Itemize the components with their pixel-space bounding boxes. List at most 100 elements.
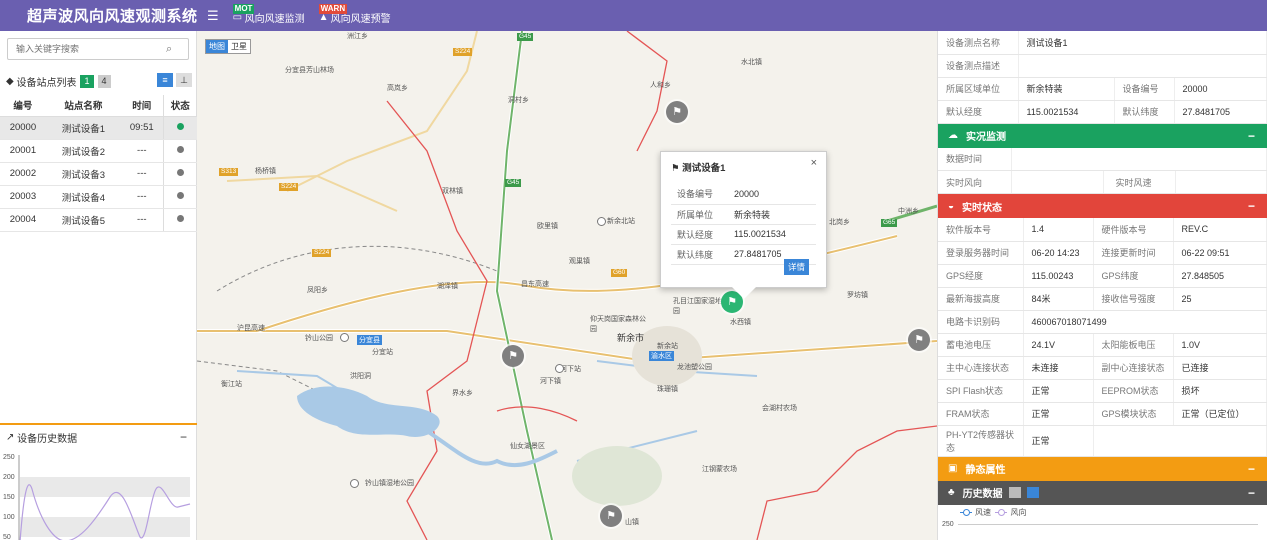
status-value: 已连接 <box>1173 356 1267 380</box>
status-key: 电路卡识别码 <box>938 310 1024 334</box>
status-value: 1.0V <box>1173 333 1267 357</box>
status-key: 接收信号强度 <box>1093 287 1174 311</box>
map-view[interactable]: 地图 卫星 分宜县芳山林场 高岚乡 洞村乡 杨桥镇 双林镇 欧里镇 新余北站 观… <box>197 31 937 540</box>
info-key: 设备测点描述 <box>938 54 1019 78</box>
map-label: 高岚乡 <box>387 85 408 92</box>
online-status-icon <box>176 123 184 130</box>
chart-view-icon[interactable] <box>1008 487 1021 498</box>
info-key: 默认纬度 <box>1114 100 1175 124</box>
map-label: 湖泽镇 <box>437 283 458 290</box>
device-time: --- <box>120 162 164 186</box>
device-time: --- <box>120 185 164 209</box>
tag-icon: ◆ <box>6 75 14 87</box>
cloud-icon: ☁ <box>948 130 958 141</box>
live-value <box>1175 170 1267 194</box>
offline-status-icon <box>176 215 184 222</box>
line-chart-icon: ↗ <box>6 431 15 443</box>
right-panel: 设备测点名称 测试设备1 设备测点描述 所属区域单位 新余特装 设备编号 20000 默… <box>937 31 1267 540</box>
map-label: 钤山镇湿地公园 <box>365 480 414 487</box>
status-cell <box>162 185 197 209</box>
device-name: 测试设备1 <box>45 116 121 140</box>
detail-button[interactable]: 详情 <box>783 259 809 275</box>
col-id: 编号 <box>0 95 46 117</box>
status-cell <box>162 139 197 163</box>
status-key: GPS经度 <box>938 264 1024 288</box>
table-row[interactable]: 20002 测试设备3 --- <box>0 162 197 186</box>
col-time: 时间 <box>120 95 164 117</box>
map-label: 欧里镇 <box>537 223 558 230</box>
road-tag: G60 <box>611 269 628 277</box>
table-row[interactable]: 20000 测试设备1 09:51 <box>0 116 197 140</box>
station-marker-icon[interactable]: ⚑ <box>600 505 622 527</box>
top-bar: 超声波风向风速观测系统 ☰ MOT ▭ 风向风速监测 WARN ▲ 风向风速预警 <box>0 0 1267 31</box>
device-table: 编号 站点名称 时间 状态 20000 测试设备1 09:51 20001 测试… <box>0 95 197 232</box>
offline-status-icon <box>176 192 184 199</box>
collapse-icon[interactable]: − <box>1248 129 1255 143</box>
history-header: ↗ 设备历史数据 − <box>0 425 197 449</box>
map-label: 仙女湖景区 <box>510 443 545 450</box>
table-view-icon[interactable] <box>1026 487 1039 498</box>
device-name: 测试设备4 <box>45 185 121 209</box>
map-label: 钤山公园 <box>305 335 333 342</box>
road-tag: S224 <box>312 249 332 257</box>
status-key: 副中心连接状态 <box>1093 356 1174 380</box>
table-row[interactable]: 20004 测试设备5 --- <box>0 208 197 232</box>
static-attr-header[interactable]: ▣ 静态属性 − <box>938 456 1267 481</box>
hamburger-icon[interactable]: ☰ <box>207 8 219 24</box>
station-marker-icon[interactable]: ⚑ <box>908 329 930 351</box>
status-cell <box>162 208 197 232</box>
realtime-status-header[interactable]: ◒ 实时状态 − <box>938 194 1267 218</box>
map-label: 渝水区 <box>649 351 674 361</box>
history-data-header[interactable]: ♣ 历史数据 − <box>938 480 1267 505</box>
info-value <box>1018 54 1267 78</box>
speed-legend-icon[interactable] <box>960 509 972 516</box>
direction-legend-icon[interactable] <box>995 509 1008 516</box>
popup-table: 设备编号 20000 所属单位 新余特装 默认经度 115.0021534 默认纬度 2… <box>671 184 816 265</box>
map-label: 会湖村农场 <box>762 405 797 412</box>
tab-wind-monitor[interactable]: MOT ▭ 风向风速监测 <box>232 4 305 25</box>
online-count-badge: 1 <box>80 74 94 88</box>
map-type-switch: 地图 卫星 <box>205 39 251 54</box>
search-input[interactable] <box>8 44 166 54</box>
live-monitor-header[interactable]: ☁ 实况监测 − <box>938 123 1267 148</box>
road-tag: S313 <box>219 168 239 176</box>
status-key: GPS纬度 <box>1093 264 1174 288</box>
status-key: EEPROM状态 <box>1093 379 1174 403</box>
collapse-icon[interactable]: − <box>1248 486 1255 500</box>
search-icon[interactable]: ⌕ <box>166 43 172 56</box>
map-label: 珠珊镇 <box>657 386 678 393</box>
pin-icon[interactable]: ⊥ <box>176 73 192 87</box>
map-type-satellite[interactable]: 卫星 <box>228 40 250 53</box>
y-tick-label: 100 <box>3 514 15 521</box>
map-type-map[interactable]: 地图 <box>206 40 228 53</box>
popup-row: 设备编号 20000 <box>671 184 816 205</box>
collapse-icon[interactable]: − <box>1248 462 1255 476</box>
table-row[interactable]: 20001 测试设备2 --- <box>0 139 197 163</box>
status-empty <box>1093 425 1267 457</box>
offline-status-icon <box>176 146 184 153</box>
map-label: 人和乡 <box>650 82 671 89</box>
device-info-table: 设备测点名称 测试设备1 设备测点描述 所属区域单位 新余特装 设备编号 20000 默… <box>938 31 1267 124</box>
place-pin-icon <box>340 333 349 342</box>
flag-icon: ⚑ <box>671 163 680 174</box>
device-history-panel: ↗ 设备历史数据 − 250 200 150 100 50 <box>0 423 197 540</box>
status-value: 460067018071499 <box>1023 310 1267 334</box>
status-value: REV.C <box>1173 218 1267 242</box>
collapse-icon[interactable]: − <box>180 430 187 444</box>
collapse-icon[interactable]: − <box>1248 199 1255 213</box>
map-label: 洲江乡 <box>347 33 368 40</box>
station-marker-icon[interactable]: ⚑ <box>502 345 524 367</box>
status-value: 84米 <box>1023 287 1094 311</box>
station-marker-icon[interactable]: ⚑ <box>666 101 688 123</box>
table-row[interactable]: 20003 测试设备4 --- <box>0 185 197 209</box>
offline-status-icon <box>176 169 184 176</box>
map-label: 凤阳乡 <box>307 287 328 294</box>
device-id: 20000 <box>0 116 46 140</box>
gridline <box>957 523 1258 525</box>
tab-wind-warning[interactable]: WARN ▲ 风向风速预警 <box>318 4 391 25</box>
status-key: 硬件版本号 <box>1093 218 1174 242</box>
close-icon[interactable]: × <box>811 157 817 169</box>
list-view-icon[interactable]: ≡ <box>157 73 173 87</box>
section-title: 静态属性 <box>965 465 1006 476</box>
map-label: 昌东高速 <box>521 281 549 288</box>
